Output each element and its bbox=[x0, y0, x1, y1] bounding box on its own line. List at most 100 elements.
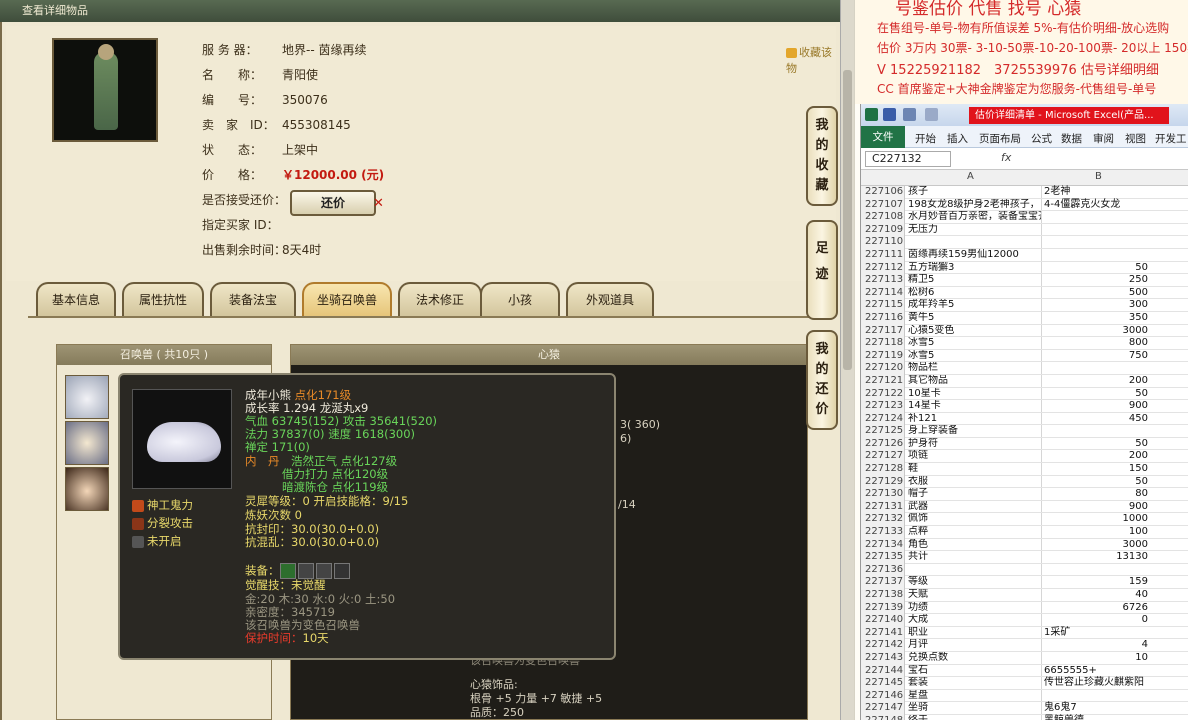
row-number[interactable]: 227135 bbox=[861, 551, 905, 564]
table-row[interactable]: 227118 冰雪5 800 bbox=[861, 337, 1188, 350]
cell-a[interactable]: 水月妙音百万亲密，装备宝宝齐全，日常任务副本 bbox=[907, 211, 1041, 223]
skill-shengong[interactable]: 神工鬼力 bbox=[132, 497, 193, 513]
vertical-scrollbar[interactable] bbox=[840, 0, 854, 720]
cell-a[interactable]: 无压力 bbox=[907, 224, 1041, 236]
row-number[interactable]: 227123 bbox=[861, 400, 905, 413]
row-number[interactable]: 227118 bbox=[861, 337, 905, 350]
counter-offer-button[interactable]: 还价 bbox=[290, 190, 376, 216]
row-number[interactable]: 227107 bbox=[861, 198, 905, 212]
cell-a[interactable]: 功绩 bbox=[907, 602, 1041, 614]
cell-b[interactable]: 4-4僵霹克火女龙 bbox=[1042, 199, 1154, 211]
close-icon[interactable]: ✕ bbox=[373, 196, 384, 211]
cell-b[interactable]: 50 bbox=[1042, 476, 1154, 488]
table-row[interactable]: 227111 茵缘再续159男仙12000 bbox=[861, 248, 1188, 262]
row-number[interactable]: 227125 bbox=[861, 425, 905, 438]
cell-a[interactable]: 项链 bbox=[907, 450, 1041, 462]
cell-b[interactable]: 80 bbox=[1042, 488, 1154, 500]
table-row[interactable]: 227106 孩子 2老神 bbox=[861, 186, 1188, 199]
table-row[interactable]: 227126 护身符 50 bbox=[861, 437, 1188, 451]
tab-spell-mods[interactable]: 法术修正 bbox=[398, 282, 482, 316]
row-number[interactable]: 227132 bbox=[861, 513, 905, 527]
cell-b[interactable]: 6726 bbox=[1042, 602, 1154, 614]
cell-b[interactable]: 50 bbox=[1042, 438, 1154, 450]
row-number[interactable]: 227110 bbox=[861, 236, 905, 249]
row-number[interactable]: 227136 bbox=[861, 563, 905, 577]
row-number[interactable]: 227127 bbox=[861, 450, 905, 464]
row-number[interactable]: 227120 bbox=[861, 362, 905, 375]
cell-b[interactable]: 159 bbox=[1042, 576, 1154, 588]
equip-slot-2[interactable] bbox=[297, 563, 314, 579]
cell-b[interactable]: 800 bbox=[1042, 337, 1154, 349]
row-number[interactable]: 227138 bbox=[861, 589, 905, 602]
cell-b[interactable]: 200 bbox=[1042, 450, 1154, 462]
cell-a[interactable]: 冰雪5 bbox=[907, 350, 1041, 362]
cell-b[interactable]: 1采矿 bbox=[1042, 627, 1154, 639]
equip-slot-3[interactable] bbox=[315, 563, 332, 579]
cell-b[interactable]: 6655555+ bbox=[1042, 665, 1154, 677]
cell-b[interactable]: 0 bbox=[1042, 614, 1154, 626]
row-number[interactable]: 227133 bbox=[861, 526, 905, 539]
menu-insert[interactable]: 插入 bbox=[947, 131, 968, 146]
table-row[interactable]: 227129 衣服 50 bbox=[861, 475, 1188, 489]
tab-attributes[interactable]: 属性抗性 bbox=[122, 282, 204, 316]
name-box[interactable]: C227132 bbox=[865, 151, 951, 167]
cell-a[interactable]: 终于 bbox=[907, 715, 1041, 720]
menu-review[interactable]: 审阅 bbox=[1093, 131, 1114, 146]
spreadsheet-grid[interactable]: 227106 孩子 2老神 227107 198女龙8级护身2老神孩子， 4-4僵霹克火女… bbox=[861, 186, 1188, 720]
table-row[interactable]: 227134 角色 3000 bbox=[861, 538, 1188, 552]
table-row[interactable]: 227108水月妙音百万亲密，装备宝宝齐全，日常任务副本 bbox=[861, 211, 1188, 224]
table-row[interactable]: 227122 10星卡 50 bbox=[861, 387, 1188, 401]
table-row[interactable]: 227107 198女龙8级护身2老神孩子， 4-4僵霹克火女龙 bbox=[861, 198, 1188, 212]
table-row[interactable]: 227135 共计 13130 bbox=[861, 551, 1188, 564]
cell-a[interactable]: 月评 bbox=[907, 639, 1041, 651]
menu-home[interactable]: 开始 bbox=[915, 131, 936, 146]
skill-fenlie[interactable]: 分裂攻击 bbox=[132, 515, 193, 531]
row-number[interactable]: 227121 bbox=[861, 374, 905, 388]
pet-thumb-2[interactable] bbox=[65, 421, 109, 465]
cell-a[interactable]: 护身符 bbox=[907, 438, 1041, 450]
tab-appearance[interactable]: 外观道具 bbox=[566, 282, 654, 316]
table-row[interactable]: 227117 心猿5变色 3000 bbox=[861, 324, 1188, 338]
tab-children[interactable]: 小孩 bbox=[480, 282, 560, 316]
cell-a[interactable]: 冰雪5 bbox=[907, 337, 1041, 349]
cell-b[interactable]: 黑鲸兽德 bbox=[1042, 715, 1154, 720]
row-number[interactable]: 227126 bbox=[861, 437, 905, 451]
table-row[interactable]: 227125 身上穿装备 bbox=[861, 425, 1188, 438]
table-row[interactable]: 227141 职业 1采矿 bbox=[861, 626, 1188, 640]
cell-a[interactable]: 佩饰 bbox=[907, 513, 1041, 525]
cell-a[interactable]: 14星卡 bbox=[907, 400, 1041, 412]
equip-slot-4[interactable] bbox=[333, 563, 350, 579]
menu-file[interactable]: 文件 bbox=[861, 126, 905, 148]
cell-a[interactable]: 成年羚羊5 bbox=[907, 299, 1041, 311]
row-number[interactable]: 227137 bbox=[861, 576, 905, 589]
column-a-header[interactable]: A bbox=[967, 171, 974, 182]
cell-a[interactable]: 等级 bbox=[907, 576, 1041, 588]
cell-a[interactable]: 心猿5变色 bbox=[907, 325, 1041, 337]
cell-a[interactable]: 武器 bbox=[907, 501, 1041, 513]
cell-a[interactable]: 星盘 bbox=[907, 690, 1041, 702]
table-row[interactable]: 227114 松树6 500 bbox=[861, 286, 1188, 300]
table-row[interactable]: 227142 月评 4 bbox=[861, 639, 1188, 652]
row-number[interactable]: 227130 bbox=[861, 488, 905, 501]
row-number[interactable]: 227129 bbox=[861, 475, 905, 489]
cell-b[interactable]: 500 bbox=[1042, 287, 1154, 299]
row-number[interactable]: 227142 bbox=[861, 639, 905, 652]
cell-a[interactable]: 黄牛5 bbox=[907, 312, 1041, 324]
cell-b[interactable]: 4 bbox=[1042, 639, 1154, 651]
table-row[interactable]: 227138 天赋 40 bbox=[861, 589, 1188, 602]
table-row[interactable]: 227146 星盘 bbox=[861, 689, 1188, 703]
row-number[interactable]: 227122 bbox=[861, 387, 905, 401]
cell-b[interactable]: 50 bbox=[1042, 388, 1154, 400]
table-row[interactable]: 227139 功绩 6726 bbox=[861, 601, 1188, 615]
cell-a[interactable]: 角色 bbox=[907, 539, 1041, 551]
row-number[interactable]: 227112 bbox=[861, 261, 905, 275]
cell-b[interactable]: 3000 bbox=[1042, 539, 1154, 551]
cell-a[interactable]: 大成 bbox=[907, 614, 1041, 626]
fx-icon[interactable]: fx bbox=[1001, 151, 1011, 164]
table-row[interactable]: 227123 14星卡 900 bbox=[861, 400, 1188, 413]
cell-b[interactable]: 50 bbox=[1042, 262, 1154, 274]
row-number[interactable]: 227109 bbox=[861, 223, 905, 237]
table-row[interactable]: 227140 大成 0 bbox=[861, 614, 1188, 627]
table-row[interactable]: 227116 黄牛5 350 bbox=[861, 311, 1188, 325]
row-number[interactable]: 227143 bbox=[861, 651, 905, 665]
